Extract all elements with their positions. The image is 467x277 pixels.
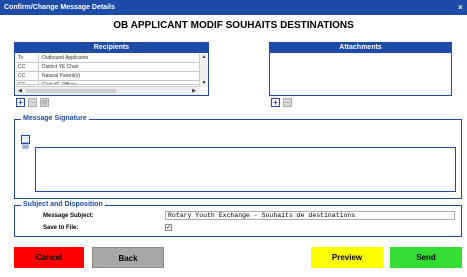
message-subject-label: Message Subject:: [43, 213, 94, 219]
recipient-name: District YE Chair: [42, 64, 79, 70]
subject-disposition-group: Subject and Disposition Message Subject:…: [14, 201, 462, 237]
preview-button[interactable]: Preview: [311, 247, 383, 268]
scroll-thumb[interactable]: [26, 89, 116, 93]
message-signature-group: Message Signature: [14, 115, 462, 199]
subject-legend: Subject and Disposition: [21, 201, 105, 208]
recipients-panel: Recipients To Outbound Applicants CC Dis…: [14, 42, 209, 96]
back-button[interactable]: Back: [92, 247, 164, 268]
recipient-name: Club YE Officer: [42, 82, 77, 85]
recipients-header: Recipients: [15, 43, 208, 53]
table-row[interactable]: To Outbound Applicants: [16, 54, 200, 63]
signature-legend: Message Signature: [21, 115, 89, 122]
recipients-table: To Outbound Applicants CC District YE Ch…: [16, 54, 200, 85]
message-subject-input[interactable]: Rotary Youth Exchange - Souhaits de dest…: [165, 211, 455, 220]
window-title: Confirm/Change Message Details: [4, 4, 115, 11]
add-attachment-button[interactable]: +: [271, 98, 280, 107]
scroll-down-icon[interactable]: ▼: [200, 80, 208, 87]
recipients-horizontal-scrollbar[interactable]: ◀ ▶: [16, 86, 199, 95]
recipient-type: CC: [16, 72, 39, 80]
scroll-up-icon[interactable]: ▲: [200, 54, 208, 61]
add-recipient-button[interactable]: +: [16, 98, 25, 107]
send-button[interactable]: Send: [390, 247, 462, 268]
table-row[interactable]: CC Natural Parent(s): [16, 72, 200, 81]
scroll-left-icon[interactable]: ◀: [18, 87, 22, 95]
recipient-name: Natural Parent(s): [42, 73, 81, 79]
recipient-type: CC: [16, 63, 39, 71]
save-to-file-label: Save to File:: [43, 225, 79, 231]
recipient-name: Outbound Applicants: [42, 55, 89, 61]
page-title: OB APPLICANT MODIF SOUHAITS DESTINATIONS: [113, 20, 354, 31]
cancel-button[interactable]: Cancel: [14, 247, 84, 268]
scroll-right-icon[interactable]: ▶: [192, 87, 196, 95]
table-row[interactable]: CC Club YE Officer: [16, 81, 200, 85]
save-to-file-checkbox[interactable]: ✓: [165, 224, 172, 231]
recipient-type: To: [16, 54, 39, 62]
signature-textarea[interactable]: [35, 147, 456, 192]
remove-attachment-button[interactable]: −: [283, 98, 292, 107]
attachments-header: Attachments: [270, 43, 451, 53]
table-row[interactable]: CC District YE Chair: [16, 63, 200, 72]
close-icon[interactable]: ×: [456, 3, 465, 12]
recipient-type: CC: [16, 81, 39, 84]
window-titlebar: Confirm/Change Message Details ×: [0, 0, 467, 15]
edit-recipient-button[interactable]: ▤: [40, 98, 49, 107]
attachments-panel: Attachments: [269, 42, 452, 96]
signature-edit-icon[interactable]: [21, 135, 30, 149]
recipients-vertical-scrollbar[interactable]: ▲ ▼: [199, 54, 208, 87]
remove-recipient-button[interactable]: −: [28, 98, 37, 107]
